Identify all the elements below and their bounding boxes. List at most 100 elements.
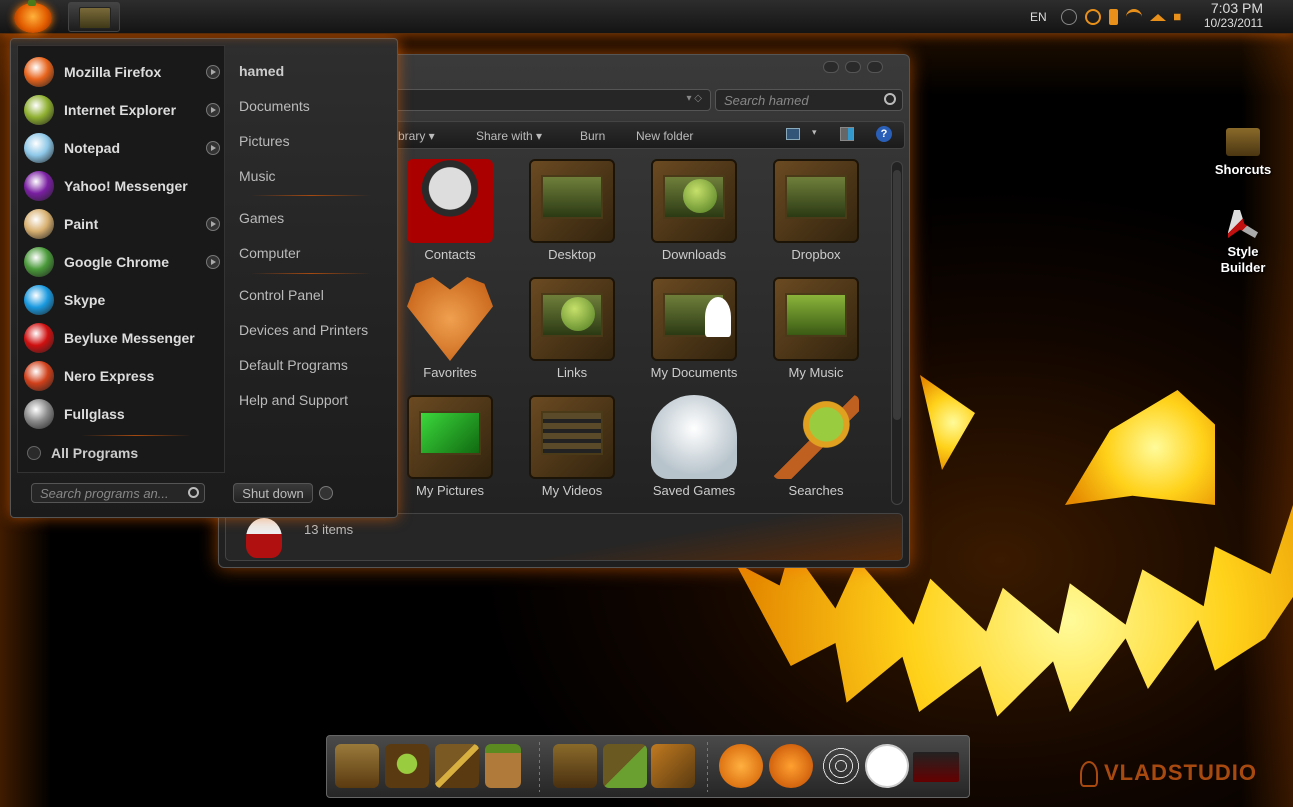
- list-item[interactable]: My Music: [761, 277, 871, 380]
- program-item[interactable]: Beyluxe Messenger: [24, 320, 220, 356]
- clock[interactable]: 7:03 PM 10/23/2011: [1204, 1, 1263, 31]
- desktop: VLADSTUDIO Shorcuts Style Builder ▾ ◇ Se…: [0, 0, 1293, 807]
- list-item[interactable]: Favorites: [395, 277, 505, 380]
- list-item[interactable]: Links: [517, 277, 627, 380]
- details-pane: 13 items: [225, 513, 903, 561]
- program-label: Mozilla Firefox: [64, 64, 162, 80]
- volume-icon[interactable]: [1173, 9, 1187, 25]
- submenu-arrow-icon[interactable]: [206, 65, 220, 79]
- place-games[interactable]: Games: [239, 210, 284, 226]
- list-item[interactable]: Searches: [761, 395, 871, 498]
- submenu-arrow-icon[interactable]: [206, 255, 220, 269]
- view-icon[interactable]: [786, 128, 800, 140]
- place-user[interactable]: hamed: [239, 63, 284, 79]
- place-devices-and-printers[interactable]: Devices and Printers: [239, 322, 368, 338]
- language-indicator[interactable]: EN: [1030, 10, 1047, 24]
- settings-icon[interactable]: [651, 744, 695, 788]
- desktop-icon-style-builder[interactable]: Style Builder: [1208, 210, 1278, 276]
- place-control-panel[interactable]: Control Panel: [239, 287, 324, 303]
- program-item[interactable]: Paint: [24, 206, 220, 242]
- program-item[interactable]: Skype: [24, 282, 220, 318]
- help-icon[interactable]: ?: [876, 126, 892, 142]
- pumpkin-icon[interactable]: [769, 744, 813, 788]
- place-default-programs[interactable]: Default Programs: [239, 357, 348, 373]
- spiderweb-icon[interactable]: [819, 744, 863, 788]
- place-computer[interactable]: Computer: [239, 245, 300, 261]
- clock-icon[interactable]: [865, 744, 909, 788]
- folder-inner: [785, 175, 847, 219]
- internet-explorer-icon: [24, 95, 54, 125]
- place-help-and-support[interactable]: Help and Support: [239, 392, 348, 408]
- vampire-thumbnail-icon: [246, 518, 282, 558]
- list-item[interactable]: Downloads: [639, 159, 749, 262]
- taskbar-explorer-button[interactable]: [68, 2, 120, 32]
- update-icon[interactable]: [1084, 9, 1101, 25]
- bag-icon[interactable]: [485, 744, 521, 788]
- new-folder-button[interactable]: New folder: [636, 129, 693, 143]
- screen-icon[interactable]: [913, 752, 959, 782]
- close-button[interactable]: [867, 61, 883, 73]
- style-builder-icon: [1228, 210, 1258, 238]
- program-item[interactable]: Fullglass: [24, 396, 220, 432]
- list-item[interactable]: Dropbox: [761, 159, 871, 262]
- submenu-arrow-icon[interactable]: [206, 103, 220, 117]
- scrollbar[interactable]: [891, 161, 903, 505]
- downloads-folder-icon: [651, 159, 737, 243]
- explorer-search-input[interactable]: Search hamed: [715, 89, 903, 111]
- notepad-folder-icon[interactable]: [603, 744, 647, 788]
- place-music[interactable]: Music: [239, 168, 276, 184]
- globe-folder-icon[interactable]: [385, 744, 429, 788]
- desktop-icon-shortcuts[interactable]: Shorcuts: [1208, 128, 1278, 177]
- folder-inner: [785, 293, 847, 337]
- list-item[interactable]: My Videos: [517, 395, 627, 498]
- dock-divider: [539, 742, 540, 792]
- list-item[interactable]: Saved Games: [639, 395, 749, 498]
- start-search-input[interactable]: Search programs an...: [31, 483, 205, 503]
- item-label: Dropbox: [791, 247, 841, 262]
- divider: [81, 435, 191, 436]
- preview-pane-icon[interactable]: [840, 127, 854, 141]
- pumpkin-icon[interactable]: [719, 744, 763, 788]
- program-item[interactable]: Internet Explorer: [24, 92, 220, 128]
- program-item[interactable]: Notepad: [24, 130, 220, 166]
- yahoo-messenger-icon: [24, 171, 54, 201]
- burn-button[interactable]: Burn: [580, 129, 605, 143]
- program-item[interactable]: Yahoo! Messenger: [24, 168, 220, 204]
- dock: [326, 735, 970, 798]
- wifi-icon[interactable]: [1125, 9, 1142, 25]
- place-pictures[interactable]: Pictures: [239, 133, 290, 149]
- chevron-down-icon[interactable]: ▾: [812, 127, 817, 138]
- search-icon[interactable]: [188, 487, 199, 498]
- firefox-icon: [24, 57, 54, 87]
- place-documents[interactable]: Documents: [239, 98, 310, 114]
- eject-icon[interactable]: [1149, 13, 1166, 21]
- list-item[interactable]: Desktop: [517, 159, 627, 262]
- back-icon[interactable]: [1060, 9, 1077, 25]
- house-icon[interactable]: [553, 744, 597, 788]
- address-bar[interactable]: ▾ ◇: [391, 89, 711, 111]
- folder-icon[interactable]: [335, 744, 379, 788]
- submenu-arrow-icon[interactable]: [206, 141, 220, 155]
- shutdown-options-arrow-icon[interactable]: [319, 486, 333, 500]
- minimize-button[interactable]: [823, 61, 839, 73]
- list-item[interactable]: My Documents: [639, 277, 749, 380]
- share-with-button[interactable]: Share with ▾: [476, 129, 542, 143]
- scrollbar-thumb[interactable]: [893, 170, 901, 420]
- program-item[interactable]: Mozilla Firefox: [24, 54, 220, 90]
- submenu-arrow-icon[interactable]: [206, 217, 220, 231]
- start-button-pumpkin-icon[interactable]: [14, 0, 52, 33]
- globe-icon: [561, 297, 595, 331]
- list-item[interactable]: My Pictures: [395, 395, 505, 498]
- list-item[interactable]: Contacts: [395, 159, 505, 262]
- shutdown-button[interactable]: Shut down: [233, 483, 313, 503]
- program-item[interactable]: Nero Express: [24, 358, 220, 394]
- maximize-button[interactable]: [845, 61, 861, 73]
- tools-folder-icon[interactable]: [435, 744, 479, 788]
- library-button[interactable]: brary ▾: [398, 129, 435, 143]
- program-item[interactable]: Google Chrome: [24, 244, 220, 280]
- all-programs-button[interactable]: All Programs: [27, 445, 138, 461]
- search-icon[interactable]: [884, 93, 896, 105]
- item-label: Favorites: [423, 365, 477, 380]
- chevron-down-icon[interactable]: ▾ ◇: [687, 93, 703, 104]
- battery-icon[interactable]: [1108, 9, 1118, 25]
